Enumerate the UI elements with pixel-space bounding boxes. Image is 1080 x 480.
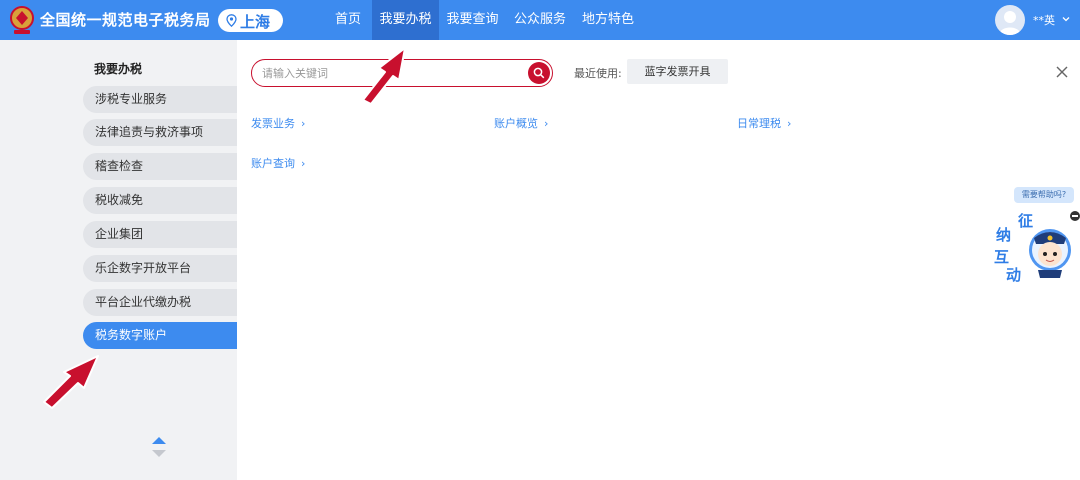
location-pin-icon [226,14,237,27]
site-title[interactable]: 全国统一规范电子税务局 [40,9,211,30]
nav-local-features[interactable]: 地方特色 [574,0,642,40]
user-name[interactable]: **英 [1033,12,1055,28]
top-header: 全国统一规范电子税务局 上海 首页 我要办税 我要查询 公众服务 地方特色 **… [0,0,1080,40]
chevron-right-icon: › [301,117,306,130]
sidebar-item-enterprise-group[interactable]: 企业集团 [83,221,237,248]
nav-query[interactable]: 我要查询 [439,0,506,40]
sidebar-item-tax-professional-service[interactable]: 涉税专业服务 [83,86,237,113]
user-avatar-icon[interactable] [995,5,1025,35]
nav-home[interactable]: 首页 [324,0,372,40]
category-label: 发票业务 [251,117,295,130]
sidebar-item-digital-tax-account[interactable]: 税务数字账户 [83,322,237,349]
recent-item-blue-invoice[interactable]: 蓝字发票开具 [627,59,728,84]
sidebar-item-leqi-platform[interactable]: 乐企数字开放平台 [83,255,237,282]
category-account-query[interactable]: 账户查询 › [251,155,305,171]
city-selector[interactable]: 上海 [218,9,283,32]
chevron-right-icon: › [787,117,792,130]
sidebar-item-inspection[interactable]: 稽查检查 [83,153,237,180]
city-label: 上海 [240,13,271,31]
tax-emblem-icon[interactable] [8,4,36,36]
sidebar-title: 我要办税 [94,62,143,76]
chevron-right-icon: › [544,117,549,130]
annotation-arrow-icon [43,355,99,409]
category-label: 账户查询 [251,157,295,170]
category-label: 日常理税 [737,117,781,130]
helper-char: 征 [1018,212,1033,230]
recent-used-label: 最近使用: [574,67,622,80]
category-daily-tax[interactable]: 日常理税 › [737,115,791,131]
chevron-down-icon[interactable] [1061,14,1071,24]
help-bubble[interactable]: 需要帮助吗? [1014,187,1074,203]
sidebar: 我要办税 涉税专业服务 法律追责与救济事项 稽查检查 税收减免 企业集团 乐企数… [0,40,237,480]
search-icon [533,67,545,79]
category-invoice-business[interactable]: 发票业务 › [251,115,305,131]
sidebar-item-legal-remedy[interactable]: 法律追责与救济事项 [83,119,237,146]
chevron-right-icon: › [301,157,306,170]
close-icon[interactable] [1056,66,1068,78]
search-button[interactable] [528,62,550,84]
helper-char: 互 [994,248,1009,266]
category-account-overview[interactable]: 账户概览 › [494,115,548,131]
sidebar-item-platform-withholding[interactable]: 平台企业代缴办税 [83,289,237,316]
annotation-arrow-icon [362,47,406,105]
category-label: 账户概览 [494,117,538,130]
helper-char: 纳 [996,226,1011,244]
helper-char: 动 [1006,266,1021,284]
sidebar-item-tax-relief[interactable]: 税收减免 [83,187,237,214]
helper-mascot-widget[interactable]: 征 纳 互 动 [994,208,1080,284]
nav-tax-handling[interactable]: 我要办税 [372,0,439,40]
nav-public-service[interactable]: 公众服务 [506,0,574,40]
scroll-updown-icon[interactable] [150,435,168,461]
minimize-helper-icon[interactable] [1070,211,1080,221]
